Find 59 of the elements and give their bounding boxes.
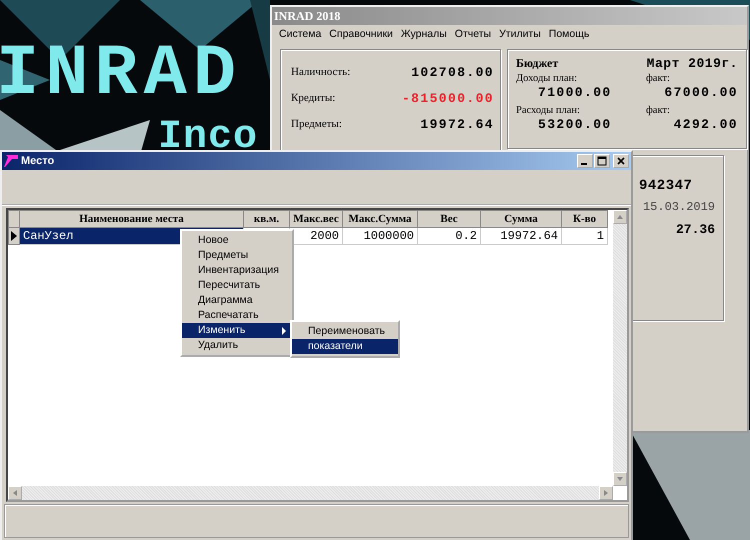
budget-value: 4292.00: [672, 117, 738, 132]
menu-item[interactable]: Пересчитать: [182, 278, 292, 293]
horizontal-scrollbar[interactable]: [8, 486, 613, 500]
summary-value: 942347: [639, 178, 692, 196]
column-header[interactable]: Наименование места: [20, 210, 244, 228]
menu-item[interactable]: Переименовать: [292, 324, 398, 339]
balance-label: Предметы:: [291, 118, 342, 130]
column-header[interactable]: кв.м.: [244, 210, 290, 228]
vertical-scrollbar[interactable]: [613, 210, 627, 486]
logo-text: Inco: [158, 118, 258, 158]
maximize-icon[interactable]: [594, 154, 610, 168]
summary-value: 27.36: [676, 222, 715, 239]
column-header[interactable]: Сумма: [480, 210, 562, 228]
budget-value: 53200.00: [537, 117, 613, 132]
scroll-up-icon[interactable]: [613, 210, 627, 224]
window-title: INRAD 2018: [274, 8, 340, 24]
summary-value: 15.03.2019: [642, 200, 715, 216]
scroll-left-icon[interactable]: [8, 486, 22, 500]
menu-item[interactable]: Помощь: [544, 28, 594, 40]
logo-text: INRAD: [0, 40, 244, 108]
menu-item[interactable]: Изменить: [182, 323, 292, 338]
menu-item[interactable]: Диаграмма: [182, 293, 292, 308]
menu-item[interactable]: Отчеты: [450, 28, 496, 40]
budget-label: факт:: [646, 73, 671, 84]
budget-label: Доходы план:: [516, 73, 578, 84]
menu-item[interactable]: Предметы: [182, 248, 292, 263]
budget-value: 71000.00: [537, 85, 613, 100]
balance-value: 19972.64: [420, 116, 494, 132]
menu-item[interactable]: Система: [275, 28, 326, 40]
minimize-icon[interactable]: [577, 154, 593, 168]
column-header[interactable]: Макс.Сумма: [342, 210, 418, 228]
budget-title: Бюджет: [516, 56, 558, 71]
table-cell: 19972.64: [480, 228, 562, 245]
arrow-icon: [4, 154, 18, 167]
table-cell: 1000000: [342, 228, 418, 245]
menu-item[interactable]: показатели: [292, 339, 398, 354]
column-header[interactable]: Вес: [418, 210, 480, 228]
menu-item[interactable]: Справочники: [325, 28, 397, 40]
column-header[interactable]: Макс.вес: [290, 210, 342, 228]
budget-label: факт:: [646, 105, 671, 116]
balance-label: Кредиты:: [291, 92, 336, 104]
scroll-down-icon[interactable]: [613, 472, 627, 486]
table-cell: 0.2: [418, 228, 480, 245]
table-cell: 1: [562, 228, 608, 245]
budget-value: 67000.00: [663, 85, 738, 100]
budget-period: Март 2019г.: [646, 56, 738, 71]
menu-item[interactable]: Утилиты: [495, 28, 545, 40]
menu-item[interactable]: Инвентаризация: [182, 263, 292, 278]
menu-item[interactable]: Удалить: [182, 338, 292, 353]
menu-item[interactable]: Журналы: [396, 28, 451, 40]
window-title: Место: [21, 154, 54, 167]
balance-value: 102708.00: [411, 64, 494, 80]
budget-label: Расходы план:: [516, 105, 581, 116]
close-icon[interactable]: [613, 154, 629, 168]
scroll-right-icon[interactable]: [599, 486, 613, 500]
menu-item[interactable]: Распечатать: [182, 308, 292, 323]
column-header[interactable]: К-во: [562, 210, 608, 228]
balance-value: -815000.00: [402, 90, 494, 106]
balance-label: Наличность:: [291, 66, 350, 78]
